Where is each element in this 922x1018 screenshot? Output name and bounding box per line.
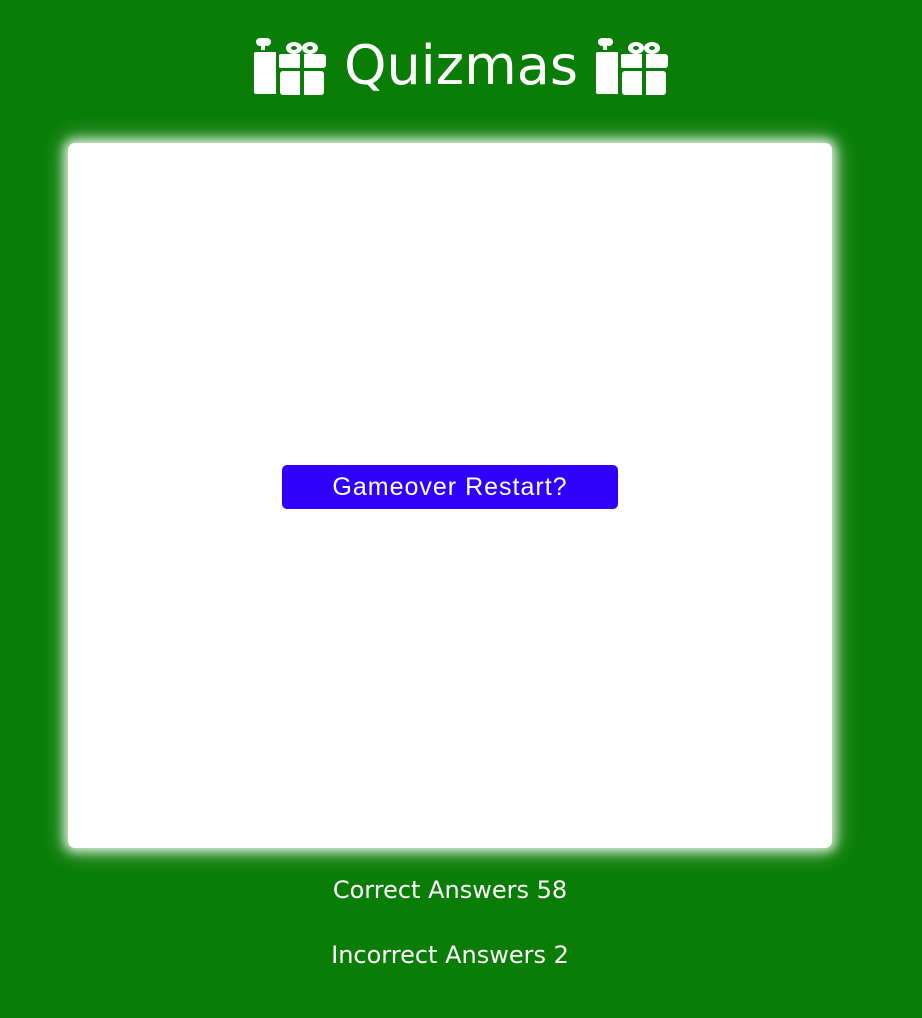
app-title: Quizmas <box>344 34 578 97</box>
incorrect-answers-count: 2 <box>553 941 569 969</box>
correct-answers-label: Correct Answers <box>332 876 529 904</box>
incorrect-answers-label: Incorrect Answers <box>331 941 546 969</box>
gifts-icon <box>594 34 670 98</box>
correct-answers-score: Correct Answers 58 <box>0 876 900 904</box>
quiz-card: Gameover Restart? <box>68 143 832 848</box>
gifts-icon <box>252 34 328 98</box>
incorrect-answers-score: Incorrect Answers 2 <box>0 941 900 969</box>
correct-answers-count: 58 <box>536 876 568 904</box>
restart-button[interactable]: Gameover Restart? <box>282 465 618 509</box>
app-header: Quizmas <box>0 30 922 102</box>
